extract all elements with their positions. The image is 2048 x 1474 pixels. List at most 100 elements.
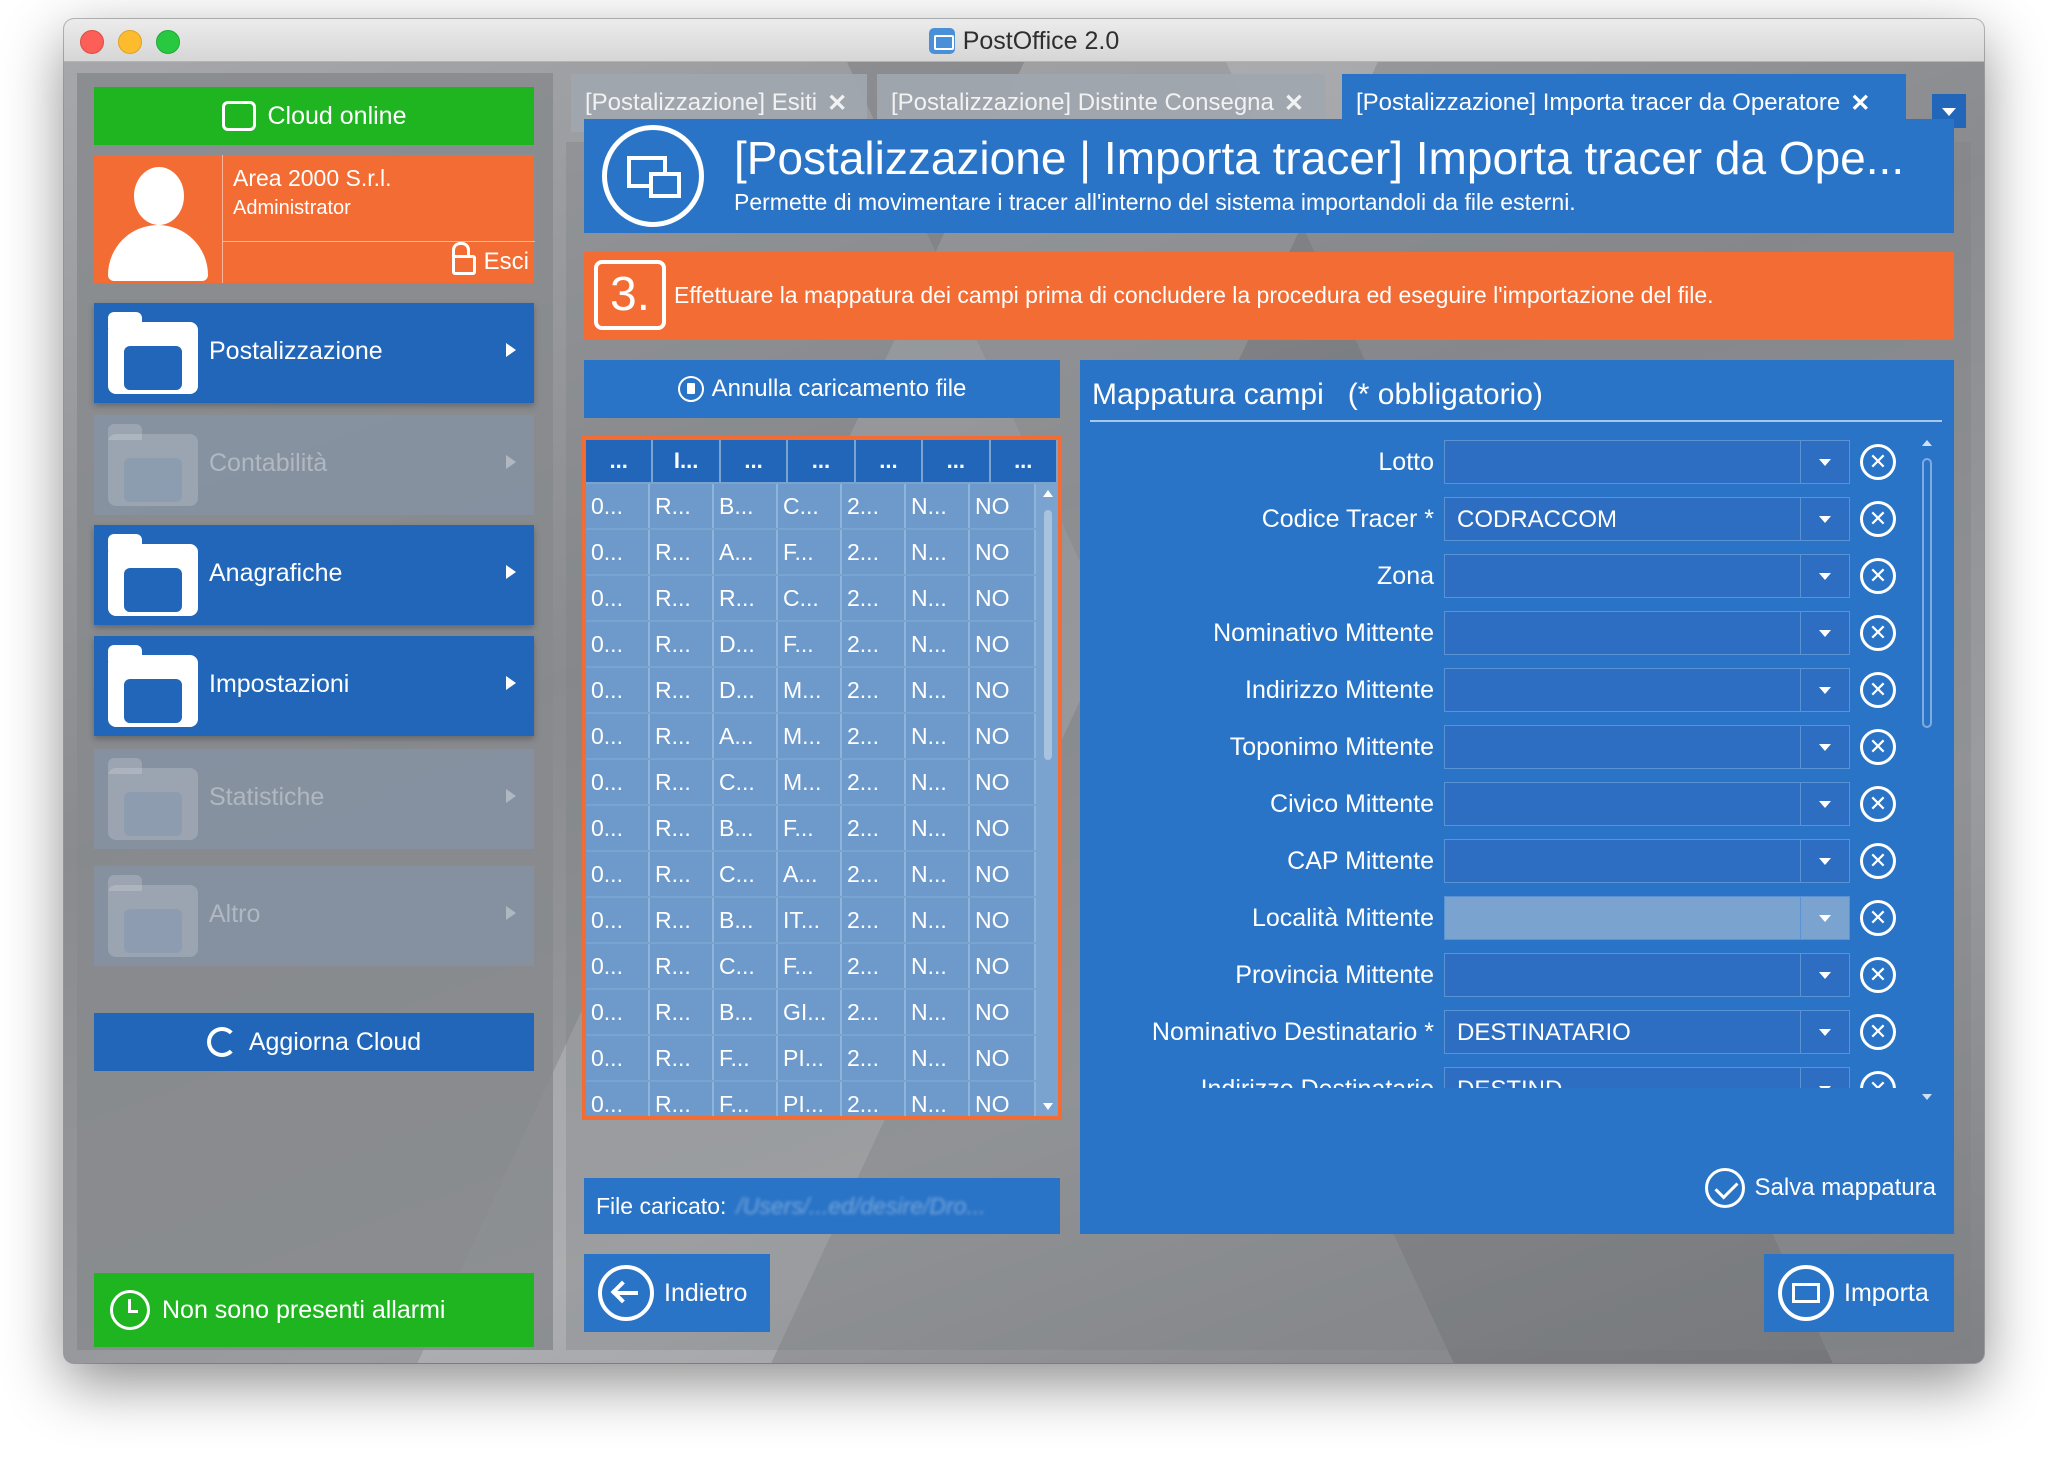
cloud-status-button[interactable]: Cloud online <box>94 87 534 145</box>
chevron-down-icon[interactable] <box>1800 783 1849 825</box>
mapping-field-label: Località Mittente <box>1251 904 1434 932</box>
clear-field-icon[interactable]: ✕ <box>1860 900 1896 936</box>
table-row[interactable]: 0... R... B... F... 2... N... NO <box>586 806 1036 852</box>
mapping-field-select[interactable]: CODRACCOM <box>1444 497 1850 541</box>
table-row[interactable]: 0... R... F... PI... 2... N... NO <box>586 1036 1036 1082</box>
table-cell: M... <box>778 760 842 804</box>
table-cell: NO <box>970 1082 1036 1116</box>
logout-button[interactable]: Esci <box>451 242 529 276</box>
column-header[interactable]: ... <box>720 440 789 482</box>
table-row[interactable]: 0... R... B... C... 2... N... NO <box>586 484 1036 530</box>
clear-field-icon[interactable]: ✕ <box>1860 615 1896 651</box>
clear-field-icon[interactable]: ✕ <box>1860 843 1896 879</box>
mapping-field-select[interactable] <box>1444 668 1850 712</box>
sidebar-item-impostazioni[interactable]: Impostazioni <box>94 636 534 736</box>
clear-field-icon[interactable]: ✕ <box>1860 1071 1896 1088</box>
clear-field-icon[interactable]: ✕ <box>1860 672 1896 708</box>
trash-icon <box>677 376 704 402</box>
table-cell: 0... <box>586 576 650 620</box>
mapping-field-select[interactable]: DESTIND <box>1444 1067 1850 1088</box>
close-icon[interactable]: ✕ <box>1284 89 1304 118</box>
mapping-scrollbar[interactable] <box>1920 440 1934 1100</box>
table-row[interactable]: 0... R... C... A... 2... N... NO <box>586 852 1036 898</box>
chevron-down-icon[interactable] <box>1800 612 1849 654</box>
chevron-down-icon[interactable] <box>1800 840 1849 882</box>
mapping-field-select[interactable] <box>1444 782 1850 826</box>
clear-field-icon[interactable]: ✕ <box>1860 957 1896 993</box>
clear-field-icon[interactable]: ✕ <box>1860 444 1896 480</box>
table-cell: NO <box>970 576 1036 620</box>
table-row[interactable]: 0... R... C... M... 2... N... NO <box>586 760 1036 806</box>
field-mapping-panel: Mappatura campi (* obbligatorio) Lotto ✕ Co… <box>1080 360 1954 1234</box>
clear-field-icon[interactable]: ✕ <box>1860 1014 1896 1050</box>
table-row[interactable]: 0... R... B... IT... 2... N... NO <box>586 898 1036 944</box>
table-row[interactable]: 0... R... A... M... 2... N... NO <box>586 714 1036 760</box>
clear-field-icon[interactable]: ✕ <box>1860 501 1896 537</box>
chevron-down-icon[interactable] <box>1800 669 1849 711</box>
column-header[interactable]: ... <box>855 440 924 482</box>
chevron-down-icon[interactable] <box>1800 1068 1849 1088</box>
refresh-cloud-button[interactable]: Aggiorna Cloud <box>94 1013 534 1071</box>
mapping-field-select[interactable] <box>1444 725 1850 769</box>
chevron-right-icon <box>506 565 516 579</box>
sidebar-item-contabilita: Contabilità <box>94 415 534 515</box>
table-row[interactable]: 0... R... C... F... 2... N... NO <box>586 944 1036 990</box>
chevron-down-icon[interactable] <box>1800 1011 1849 1053</box>
table-cell: NO <box>970 898 1036 942</box>
table-scrollbar[interactable] <box>1042 490 1054 1110</box>
table-cell: N... <box>906 852 970 896</box>
cancel-upload-button[interactable]: Annulla caricamento file <box>584 360 1060 418</box>
gear-icon <box>108 645 200 727</box>
close-icon[interactable]: ✕ <box>827 89 847 118</box>
table-cell: 0... <box>586 668 650 712</box>
table-row[interactable]: 0... R... B... GI... 2... N... NO <box>586 990 1036 1036</box>
table-cell: R... <box>650 622 714 666</box>
mapping-row: Codice Tracer * CODRACCOM ✕ <box>1080 497 1920 543</box>
table-cell: N... <box>906 622 970 666</box>
table-row[interactable]: 0... R... A... F... 2... N... NO <box>586 530 1036 576</box>
table-row[interactable]: 0... R... R... C... 2... N... NO <box>586 576 1036 622</box>
clear-field-icon[interactable]: ✕ <box>1860 729 1896 765</box>
chevron-down-icon[interactable] <box>1800 954 1849 996</box>
table-cell: A... <box>714 714 778 758</box>
table-row[interactable]: 0... R... D... F... 2... N... NO <box>586 622 1036 668</box>
save-mapping-button[interactable]: Salva mappatura <box>1704 1168 1936 1208</box>
chevron-down-icon[interactable] <box>1800 555 1849 597</box>
column-header[interactable]: ... <box>586 440 654 482</box>
table-cell: 2... <box>842 852 906 896</box>
sidebar-item-postalizzazione[interactable]: Postalizzazione <box>94 303 534 403</box>
table-cell: B... <box>714 898 778 942</box>
import-button[interactable]: Importa <box>1764 1254 1954 1332</box>
loaded-file-bar: File caricato: /Users/...ed/desire/Dro..… <box>584 1178 1060 1234</box>
mapping-field-select[interactable] <box>1444 896 1850 940</box>
chevron-right-icon <box>506 455 516 469</box>
mapping-field-select[interactable]: DESTINATARIO <box>1444 1010 1850 1054</box>
mapping-field-label: Toponimo Mittente <box>1229 733 1434 761</box>
chevron-down-icon[interactable] <box>1800 498 1849 540</box>
table-cell: N... <box>906 668 970 712</box>
avatar <box>94 155 222 283</box>
chevron-down-icon[interactable] <box>1800 897 1849 939</box>
sidebar-item-anagrafiche[interactable]: Anagrafiche <box>94 525 534 625</box>
mapping-field-select[interactable] <box>1444 554 1850 598</box>
chevron-down-icon[interactable] <box>1800 441 1849 483</box>
clear-field-icon[interactable]: ✕ <box>1860 786 1896 822</box>
mapping-field-select[interactable] <box>1444 440 1850 484</box>
table-row[interactable]: 0... R... F... PI... 2... N... NO <box>586 1082 1036 1116</box>
mapping-field-select[interactable] <box>1444 611 1850 655</box>
close-icon[interactable]: ✕ <box>1850 89 1870 118</box>
mapping-field-label: Zona <box>1377 562 1434 590</box>
back-button[interactable]: Indietro <box>584 1254 770 1332</box>
chevron-down-icon[interactable] <box>1800 726 1849 768</box>
mapping-field-select[interactable] <box>1444 839 1850 883</box>
column-header[interactable]: ... <box>990 440 1058 482</box>
user-company: Area 2000 S.r.l. <box>233 165 392 191</box>
column-header[interactable]: ... <box>788 440 856 482</box>
user-role: Administrator <box>233 197 351 219</box>
mapping-field-select[interactable] <box>1444 953 1850 997</box>
column-header[interactable]: I... <box>653 440 721 482</box>
table-cell: R... <box>714 576 778 620</box>
clear-field-icon[interactable]: ✕ <box>1860 558 1896 594</box>
column-header[interactable]: ... <box>923 440 991 482</box>
table-row[interactable]: 0... R... D... M... 2... N... NO <box>586 668 1036 714</box>
